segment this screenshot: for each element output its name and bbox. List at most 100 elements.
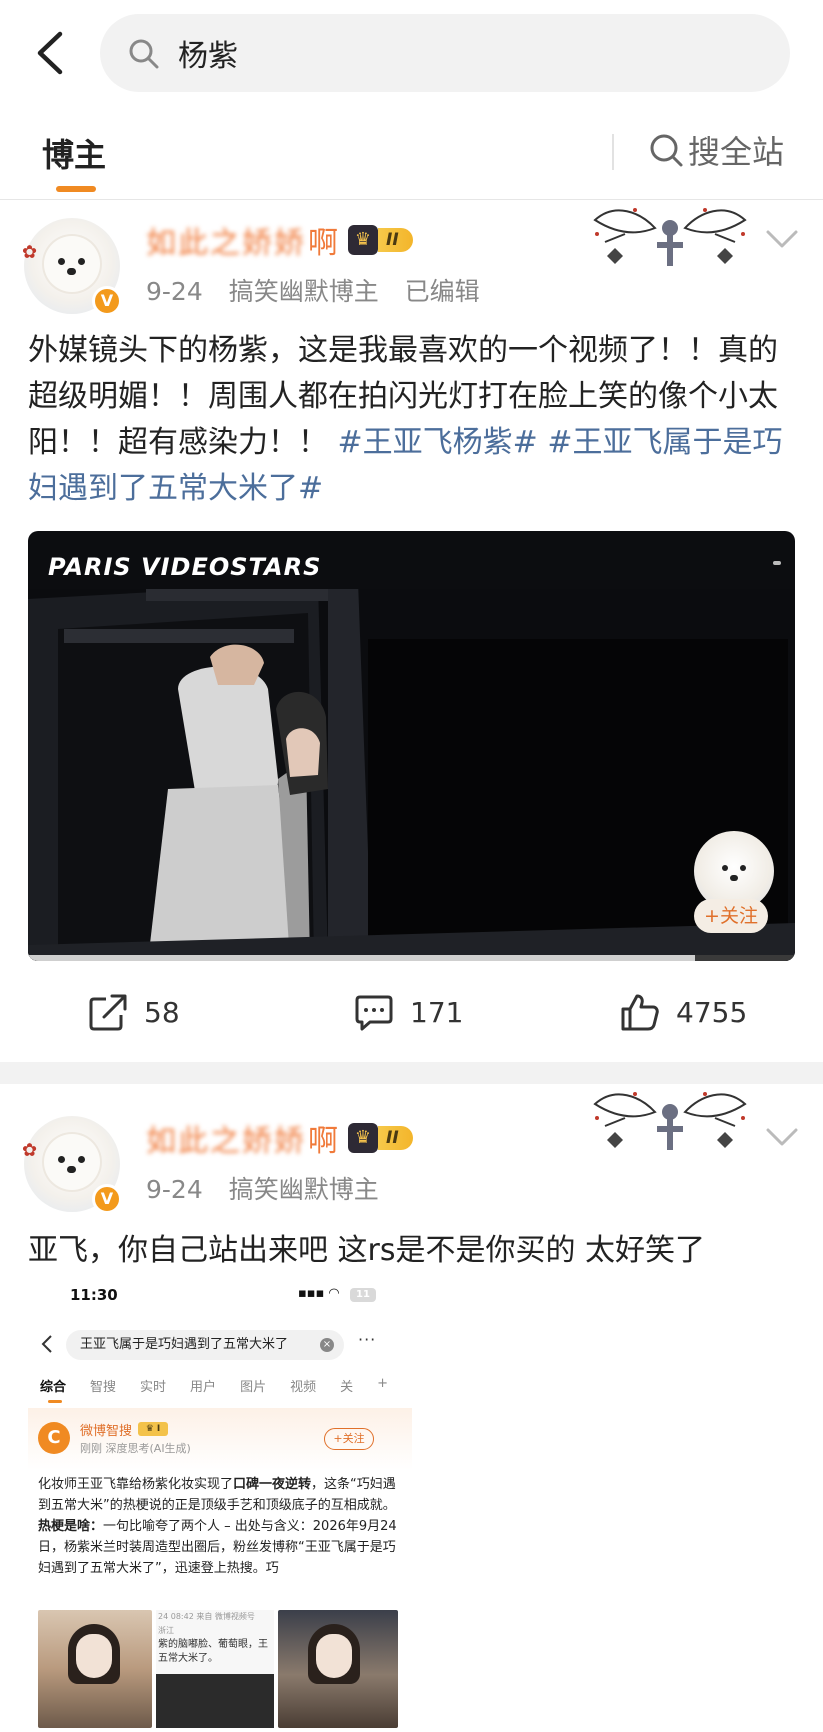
chevron-down-icon[interactable] [764, 1126, 800, 1150]
avatar-eye [78, 258, 85, 265]
ai-follow-button: +关注 [324, 1428, 374, 1450]
clear-icon: × [320, 1338, 334, 1352]
ai-thumbnails: 24 08:42 来自 微博视频号 浙江 紫的脑嘟脸、葡萄眼，王五常大米了。 [38, 1610, 400, 1728]
avatar[interactable]: ✿ V [22, 218, 122, 316]
crown-icon: ♛ [348, 225, 378, 255]
verified-badge-icon: V [92, 286, 122, 316]
author-category: 搞笑幽默博主 [228, 1175, 379, 1204]
video-progress-bar[interactable] [28, 955, 795, 961]
avatar-eye [740, 865, 746, 871]
ai-level-badge: ♛ I [138, 1422, 168, 1436]
ribbon-cross-decoration-icon [593, 208, 747, 266]
screenshot-tab: 实时 [140, 1380, 167, 1395]
thumbs-up-icon [621, 994, 659, 1031]
author-name-blurred[interactable]: 如此之娇娇 [146, 218, 306, 262]
follow-button[interactable]: +关注 [694, 899, 768, 933]
video-frame [28, 589, 795, 961]
post-text: 外媒镜头下的杨紫，这是我最喜欢的一个视频了！！真的超级明媚！！周围人都在拍闪光灯… [28, 328, 798, 512]
post-date: 9-24 [146, 1175, 203, 1204]
screenshot-tab: 智搜 [90, 1380, 117, 1395]
screenshot-tab: 用户 [190, 1380, 217, 1395]
author-name-suffix[interactable]: 啊 [308, 218, 338, 262]
video-player[interactable]: PARIS VIDEOSTARS +关注 [28, 531, 795, 961]
avatar-face [44, 1134, 100, 1190]
avatar-eye [58, 1156, 65, 1163]
search-input[interactable] [178, 28, 738, 78]
comment-count: 171 [410, 995, 464, 1029]
thumbnail-place: 浙江 [158, 1626, 174, 1635]
screenshot-tab: 图片 [240, 1380, 267, 1395]
tab-bozhu[interactable]: 博主 [42, 130, 106, 176]
vip-badge: ♛ II [348, 1123, 413, 1153]
tab-bar: 博主 搜全站 [0, 110, 823, 200]
thumbnail-caption: 紫的脑嘟脸、葡萄眼，王五常大米了。 [158, 1639, 268, 1664]
ai-text-bold: 口碑一夜逆转 [233, 1477, 312, 1492]
author-row[interactable]: 如此之娇娇 啊 ♛ II [146, 218, 413, 262]
vip-level: II [378, 1126, 413, 1150]
thumbnail-post-text: 24 08:42 来自 微博视频号 浙江 紫的脑嘟脸、葡萄眼，王五常大米了。 [158, 1610, 272, 1666]
video-menu-icon[interactable] [773, 561, 781, 565]
crown-icon: ♛ [348, 1123, 378, 1153]
ai-name: 微博智搜 [80, 1424, 133, 1439]
thumbnail-post: 24 08:42 来自 微博视频号 浙江 紫的脑嘟脸、葡萄眼，王五常大米了。 [156, 1610, 274, 1728]
vip-badge: ♛ II [348, 225, 413, 255]
search-bar[interactable] [100, 14, 790, 92]
author-name-suffix[interactable]: 啊 [308, 1116, 338, 1160]
author-name-blurred[interactable]: 如此之娇娇 [146, 1116, 306, 1160]
thumbnail-meta: 24 08:42 来自 微博视频号 [158, 1612, 255, 1621]
ribbon-cross-decoration-icon [593, 1092, 747, 1150]
like-button[interactable]: 4755 [620, 993, 747, 1031]
post-separator [0, 1062, 823, 1084]
avatar-nose [67, 1166, 76, 1173]
video-progress-fill [28, 955, 696, 961]
post-date: 9-24 [146, 277, 203, 306]
weibo-ai-logo-icon: C [38, 1422, 70, 1454]
avatar-eye [722, 865, 728, 871]
screenshot-tab: 关 [340, 1380, 354, 1395]
thumbnail-photo [38, 1610, 152, 1728]
post-meta: 9-24 搞笑幽默博主 已编辑 [146, 272, 498, 308]
ai-subtitle: 刚刚 深度思考(AI生成) [80, 1442, 191, 1455]
thumbnail-face [316, 1634, 352, 1678]
ai-summary: 化妆师王亚飞靠给杨紫化妆实现了口碑一夜逆转，这条“巧妇遇到五常大米”的热梗说的正… [38, 1474, 400, 1579]
thumbnail-dark-image [156, 1674, 274, 1728]
screenshot-tabs: 综合 智搜 实时 用户 图片 视频 关 + [40, 1376, 412, 1404]
repost-count: 58 [144, 995, 180, 1029]
search-icon [129, 39, 159, 69]
tab-active-indicator [56, 186, 96, 192]
search-icon [650, 134, 683, 167]
avatar-nose [67, 268, 76, 275]
screenshot-search-bar: 王亚飞属于是巧妇遇到了五常大米了 × ··· [36, 1330, 388, 1360]
avatar-face [44, 236, 100, 292]
avatar[interactable]: ✿ V [22, 1116, 122, 1214]
comment-button[interactable]: 171 [354, 993, 463, 1031]
status-time: 11:30 [70, 1286, 118, 1304]
post-body: 亚飞，你自己站出来吧 这rs是不是你买的 太好笑了 [28, 1233, 706, 1268]
post-text: 亚飞，你自己站出来吧 这rs是不是你买的 太好笑了 [28, 1228, 798, 1274]
repost-icon [89, 994, 127, 1031]
status-bar: 11:30 ▪▪▪ ◠ 11 [28, 1280, 412, 1310]
screenshot-tab: 视频 [290, 1380, 317, 1395]
ai-card-header: C 微博智搜 ♛ I 刚刚 深度思考(AI生成) +关注 [28, 1408, 412, 1470]
bow-icon: ✿ [22, 1140, 38, 1161]
bow-icon: ✿ [22, 242, 38, 263]
author-row[interactable]: 如此之娇娇 啊 ♛ II [146, 1116, 413, 1160]
post-image-screenshot[interactable]: 11:30 ▪▪▪ ◠ 11 王亚飞属于是巧妇遇到了五常大米了 × ··· 综合… [28, 1280, 412, 1732]
back-arrow-icon[interactable] [30, 28, 74, 78]
ai-text-bold: 热梗是啥： [38, 1519, 104, 1534]
hashtag-link[interactable]: #王亚飞杨紫# [338, 425, 538, 460]
video-watermark: PARIS VIDEOSTARS [48, 553, 322, 581]
thumbnail-photo [278, 1610, 398, 1728]
search-all-button[interactable]: 搜全站 [648, 128, 784, 172]
post-action-bar: 58 171 4755 [0, 975, 823, 1049]
repost-button[interactable]: 58 [88, 993, 180, 1031]
back-arrow-icon [41, 1335, 52, 1353]
more-icon: ··· [358, 1330, 377, 1349]
search-all-label: 搜全站 [688, 133, 785, 171]
screenshot-tab-plus: + [377, 1376, 389, 1391]
vip-level: II [378, 228, 413, 252]
thumbnail-face [76, 1634, 112, 1678]
chevron-down-icon[interactable] [764, 228, 800, 252]
tab-divider [612, 134, 614, 170]
like-count: 4755 [676, 995, 748, 1029]
